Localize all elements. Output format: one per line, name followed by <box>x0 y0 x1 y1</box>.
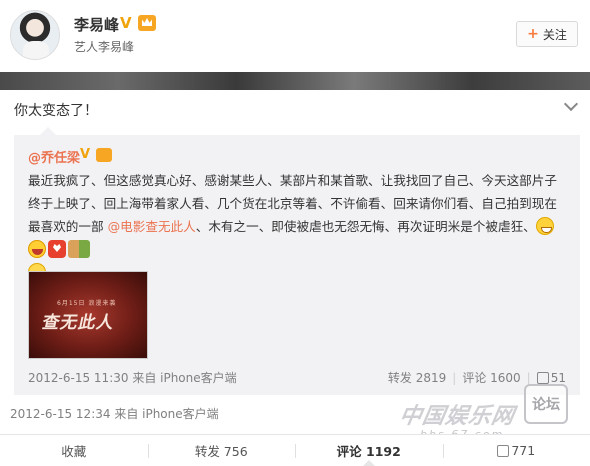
laugh-emoji-icon <box>28 240 46 258</box>
like-button[interactable]: 771 <box>442 435 590 466</box>
comment-button[interactable]: 评论 1192 <box>295 435 443 466</box>
verified-icon: V <box>80 147 91 162</box>
chevron-down-icon[interactable] <box>564 98 576 110</box>
vip-crown-icon <box>96 148 112 162</box>
follow-label: 关注 <box>542 27 567 42</box>
repost-label: 转发 756 <box>194 444 248 459</box>
movie-poster-image[interactable]: 6月15日 浪漫来袭 查无此人 <box>28 271 148 359</box>
repost-meta: 2012-6-15 11:30 来自 iPhone客户端 <box>28 371 237 385</box>
repost-pointer <box>40 127 56 135</box>
avatar[interactable] <box>10 10 60 60</box>
mention-link[interactable]: @电影查无此人 <box>108 219 196 234</box>
action-bar: 收藏 转发 756 评论 1192 771 <box>0 434 590 466</box>
repost-text-part2: 、木有之一、即使被虐也无怨无悔、再次证明米是个被虐狂、 <box>195 219 536 234</box>
profile-header: 李易峰 V 艺人李易峰 + 关注 <box>0 0 590 72</box>
repost-like-link[interactable]: 51 <box>536 370 566 385</box>
cover-image-strip <box>0 72 590 90</box>
follow-button[interactable]: + 关注 <box>516 21 578 47</box>
thumbs-up-icon <box>536 371 549 384</box>
plus-icon: + <box>527 26 539 42</box>
poster-small-text: 6月15日 浪漫来袭 <box>57 300 117 307</box>
thumbs-up-icon <box>497 444 510 457</box>
people-emoji-icon <box>68 240 90 258</box>
repost-comment-link[interactable]: 评论 1600 <box>462 369 520 386</box>
separator: | <box>526 370 531 385</box>
poster-title: 查无此人 <box>40 313 117 333</box>
repost-body: 最近我疯了、但这感觉真心好、感谢某些人、某部片和某首歌、让我找回了自己、今天这部… <box>28 169 568 284</box>
grin-emoji-icon <box>535 217 554 235</box>
favorite-button[interactable]: 收藏 <box>0 435 148 466</box>
comment-label: 评论 1192 <box>336 444 401 459</box>
separator: | <box>452 370 457 385</box>
repost-button[interactable]: 转发 756 <box>147 435 296 466</box>
repost-like-count: 51 <box>550 370 566 385</box>
watermark-forum: 论坛 <box>524 384 568 424</box>
heart-emoji-icon <box>48 240 66 258</box>
username[interactable]: 李易峰 <box>74 14 119 35</box>
favorite-label: 收藏 <box>61 444 87 459</box>
verification-text: 艺人李易峰 <box>74 40 135 54</box>
like-count: 771 <box>511 443 536 458</box>
repost-forward-link[interactable]: 转发 2819 <box>388 369 446 386</box>
vip-crown-icon <box>138 15 156 31</box>
reposted-weibo: @乔任梁 V 最近我疯了、但这感觉真心好、感谢某些人、某部片和某首歌、让我找回了… <box>14 135 580 395</box>
post-text: 你太变态了！ <box>14 103 98 119</box>
post-meta: 2012-6-15 12:34 来自 iPhone客户端 <box>10 407 219 421</box>
watermark-brand: 中国娱乐网 <box>397 403 517 429</box>
verified-icon: V <box>120 14 132 32</box>
repost-username[interactable]: @乔任梁 <box>28 147 80 166</box>
